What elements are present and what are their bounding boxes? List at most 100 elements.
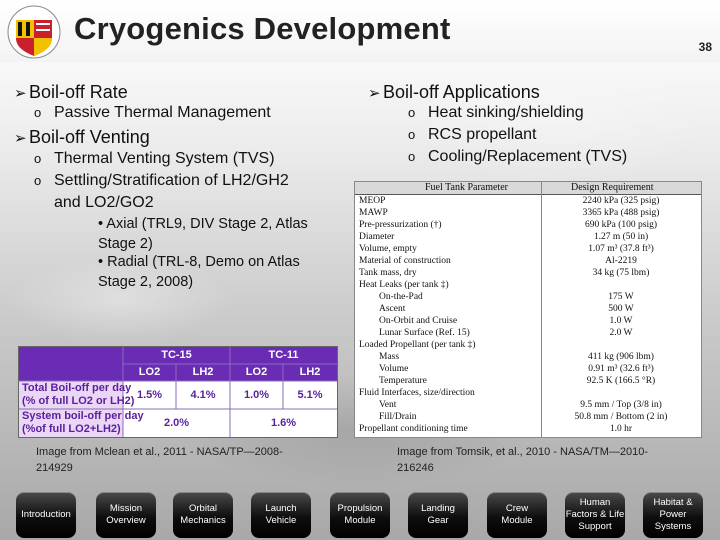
spec-value: 9.5 mm / Top (3/8 in) [580, 400, 662, 410]
value-cell: 1.5% [136, 389, 163, 401]
spec-row: Tank mass, dry 34 kg (75 lbm) [355, 268, 701, 279]
spec-parameter: Vent [379, 400, 397, 410]
nav-label: Orbital [189, 503, 217, 514]
nav-label: Propulsion [337, 503, 383, 514]
spec-row: Mass 411 kg (906 lbm) [355, 352, 701, 363]
spec-parameter: Pre-pressurization (†) [359, 220, 442, 230]
heading-boiloff-venting: ➢ Boil-off Venting [14, 127, 150, 148]
item-text: Settling/Stratification of LH2/GH2 [54, 172, 289, 189]
nav-button-habitat-power[interactable]: Habitat & Power Systems [643, 492, 703, 538]
spec-value: 411 kg (906 lbm) [588, 352, 654, 362]
spec-parameter: Tank mass, dry [359, 268, 417, 278]
spec-value: Al-2219 [605, 256, 637, 266]
spec-value: 1.0 hr [609, 424, 633, 434]
nav-button-launch-vehicle[interactable]: Launch Vehicle [251, 492, 311, 538]
spec-parameter: Fill/Drain [379, 412, 417, 422]
nav-label: Mission [109, 503, 143, 514]
spec-row: On-Orbit and Cruise 1.0 W [355, 316, 701, 327]
spec-row: Heat Leaks (per tank ‡) [355, 280, 701, 291]
heading-text: Boil-off Applications [383, 82, 540, 102]
nav-label: Habitat & [653, 497, 693, 508]
nav-button-mission-overview[interactable]: Mission Overview [96, 492, 156, 538]
spec-parameter: Volume [379, 364, 409, 374]
spec-parameter: Heat Leaks (per tank ‡) [359, 280, 449, 290]
nav-button-landing-gear[interactable]: Landing Gear [408, 492, 468, 538]
axial-line2: Stage 2) [98, 236, 153, 252]
spec-parameter: MAWP [359, 208, 388, 218]
heading-text: Boil-off Venting [29, 127, 150, 147]
item-tvs: o Thermal Venting System (TVS) [34, 150, 275, 168]
item-radial: • Radial (TRL-8, Demo on Atlas Stage 2, … [98, 252, 300, 292]
spec-row: Pre-pressurization (†) 690 kPa (100 psig) [355, 220, 701, 231]
caption-right: Image from Tomsik, et al., 2010 - NASA/T… [397, 444, 648, 476]
radial-line1: • Radial (TRL-8, Demo on Atlas [98, 254, 300, 270]
nav-label: Module [501, 515, 533, 526]
subheader-lh2: LH2 [299, 366, 321, 378]
spec-row: Ascent 500 W [355, 304, 701, 315]
spec-value: 2.0 W [609, 328, 633, 338]
spec-parameter: Diameter [359, 232, 395, 242]
spec-row: Fill/Drain 50.8 mm / Bottom (2 in) [355, 412, 701, 423]
spec-parameter: On-Orbit and Cruise [379, 316, 458, 326]
spec-row: Material of construction Al-2219 [355, 256, 701, 267]
nav-button-orbital-mechanics[interactable]: Orbital Mechanics [173, 492, 233, 538]
nav-button-propulsion-module[interactable]: Propulsion Module [330, 492, 390, 538]
page-number: 38 [698, 40, 712, 54]
spec-value: 34 kg (75 lbm) [592, 268, 650, 278]
spec-parameter: Fluid Interfaces, size/direction [359, 388, 475, 398]
arrow-bullet-icon: ➢ [14, 130, 27, 147]
arrow-bullet-icon: ➢ [14, 85, 27, 102]
item-text: Passive Thermal Management [54, 104, 271, 121]
item-passive-thermal: o Passive Thermal Management [34, 104, 271, 122]
spec-parameter: Ascent [379, 304, 406, 314]
nav-button-introduction[interactable]: Introduction [16, 492, 76, 538]
nav-label: Introduction [21, 509, 71, 520]
university-seal-icon [7, 5, 61, 59]
value-cell: 2.0% [163, 417, 190, 429]
nav-label: Human [579, 497, 611, 508]
spec-parameter: Propellant conditioning time [359, 424, 468, 434]
caption-line: 214929 [36, 462, 73, 474]
spec-header-parameter: Fuel Tank Parameter [425, 182, 508, 193]
nav-label: Crew [505, 503, 529, 514]
spec-parameter: Mass [379, 352, 400, 362]
nav-label: Launch [265, 503, 297, 514]
nav-label: Power Systems [654, 509, 692, 532]
spec-parameter: Loaded Propellant (per tank ‡) [359, 340, 476, 350]
spec-parameter: On-the-Pad [379, 292, 423, 302]
value-cell: 1.6% [270, 417, 297, 429]
spec-value: 1.27 m (50 in) [593, 232, 649, 242]
circle-bullet-icon: o [408, 127, 416, 142]
caption-line: 216246 [397, 462, 434, 474]
spec-row: Fluid Interfaces, size/direction [355, 388, 701, 399]
spec-parameter: MEOP [359, 196, 386, 206]
app-item: o Heat sinking/shielding [408, 104, 584, 122]
app-item-text: Heat sinking/shielding [428, 104, 584, 121]
spec-row: Loaded Propellant (per tank ‡) [355, 340, 701, 351]
spec-parameter: Material of construction [359, 256, 451, 266]
nav-label: Module [344, 515, 376, 526]
spec-row: MAWP 3365 kPa (488 psig) [355, 208, 701, 219]
spec-parameter: Temperature [379, 376, 427, 386]
axial-line1: • Axial (TRL9, DIV Stage 2, Atlas [98, 216, 308, 232]
caption-line: Image from Tomsik, et al., 2010 - NASA/T… [397, 446, 649, 458]
circle-bullet-icon: o [408, 149, 416, 164]
caption-left: Image from Mclean et al., 2011 - NASA/TP… [36, 444, 283, 476]
heading-boiloff-applications: ➢ Boil-off Applications [368, 82, 540, 103]
spec-value: 500 W [608, 304, 634, 314]
circle-bullet-icon: o [34, 105, 42, 120]
boiloff-comparison-table: TC-15 TC-11 LO2 LH2 LO2 LH2 Total Boil-o… [18, 346, 338, 438]
group-tc15: TC-15 [161, 349, 192, 361]
nav-button-crew-module[interactable]: Crew Module [487, 492, 547, 538]
app-item-text: RCS propellant [428, 126, 537, 143]
spec-row: MEOP 2240 kPa (325 psig) [355, 196, 701, 207]
nav-button-human-factors[interactable]: Human Factors & Life Support [565, 492, 625, 538]
spec-row: Propellant conditioning time 1.0 hr [355, 424, 701, 435]
row-label-total: Total Boil-off per day (% of full LO2 or… [22, 382, 134, 408]
spec-value: 175 W [608, 292, 634, 302]
spec-value: 50.8 mm / Bottom (2 in) [574, 412, 668, 422]
spec-row: Volume, empty 1.07 m³ (37.8 ft³) [355, 244, 701, 255]
spec-row: Lunar Surface (Ref. 15) 2.0 W [355, 328, 701, 339]
item-text: Thermal Venting System (TVS) [54, 150, 275, 167]
page-title: Cryogenics Development [74, 11, 451, 46]
